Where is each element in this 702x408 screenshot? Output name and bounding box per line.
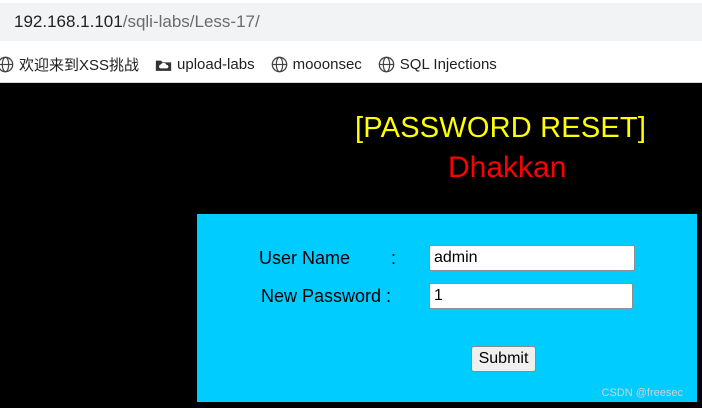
- page-subtitle: Dhakkan: [448, 151, 567, 184]
- new-password-input[interactable]: [429, 283, 633, 309]
- address-bar: 192.168.1.101/sqli-labs/Less-17/: [0, 0, 702, 46]
- submit-button[interactable]: Submit: [471, 346, 536, 372]
- globe-icon: [0, 56, 14, 73]
- globe-icon: [378, 56, 395, 73]
- url-path: /sqli-labs/Less-17/: [122, 12, 260, 31]
- bookmark-label: mooonsec: [292, 55, 362, 73]
- url-field[interactable]: 192.168.1.101/sqli-labs/Less-17/: [0, 3, 702, 41]
- bookmark-label: SQL Injections: [399, 55, 497, 73]
- watermark: CSDN @freesec: [601, 387, 683, 399]
- cloud-folder-icon: [155, 56, 172, 73]
- url-host: 192.168.1.101: [14, 12, 123, 31]
- bookmark-xss[interactable]: 欢迎来到XSS挑战: [0, 54, 139, 75]
- bookmarks-bar: 欢迎来到XSS挑战 upload-labs mooonsec SQL Injec…: [0, 46, 702, 83]
- bookmark-mooonsec[interactable]: mooonsec: [271, 56, 362, 73]
- password-reset-form: User Name : New Password : Submit CSDN @…: [197, 214, 697, 402]
- new-password-label: New Password :: [261, 286, 392, 306]
- bookmark-label: upload-labs: [177, 55, 255, 73]
- username-label: User Name: [259, 248, 351, 268]
- page-content: [PASSWORD RESET] Dhakkan User Name : New…: [0, 84, 702, 408]
- bookmark-label: 欢迎来到XSS挑战: [19, 56, 140, 74]
- username-colon: :: [391, 248, 397, 268]
- bookmark-upload-labs[interactable]: upload-labs: [155, 56, 255, 73]
- page-title: [PASSWORD RESET]: [355, 112, 647, 144]
- username-input[interactable]: [429, 245, 635, 271]
- bookmark-sql-injections[interactable]: SQL Injections: [378, 56, 497, 73]
- globe-icon: [271, 56, 288, 73]
